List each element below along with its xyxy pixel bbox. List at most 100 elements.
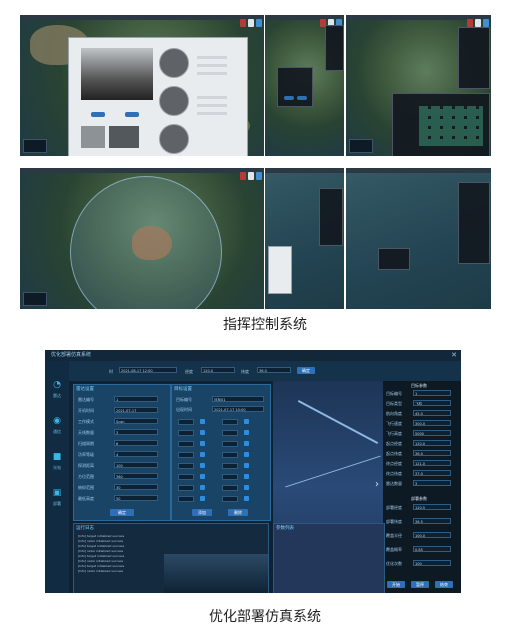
target-time-input[interactable]: 2021-07-17 10:00 (212, 406, 264, 412)
setting-input[interactable]: 3 (114, 429, 158, 435)
toggle-button[interactable] (200, 485, 205, 490)
target-id-input[interactable]: 目标01 (212, 396, 264, 402)
nav-item-radar[interactable]: ◔ 雷达 (45, 377, 69, 407)
setting-input[interactable]: 100 (114, 462, 158, 468)
nav-item-deploy[interactable]: ▣ 部署 (45, 485, 69, 515)
setting-input[interactable]: 360 (114, 473, 158, 479)
param-list[interactable]: 参数列表 (273, 523, 385, 593)
grid-input[interactable] (178, 496, 194, 502)
setting-input[interactable]: 4 (114, 451, 158, 457)
grid-input[interactable] (178, 441, 194, 447)
setting-input[interactable]: Scan (114, 418, 158, 424)
nav-item-comm[interactable]: ◉ 通信 (45, 413, 69, 443)
grid-input[interactable] (222, 430, 238, 436)
toggle-button[interactable] (244, 441, 249, 446)
video-feed-thumb[interactable] (81, 126, 105, 148)
toggle-button[interactable] (200, 496, 205, 501)
param-input[interactable]: 36.0 (413, 450, 451, 456)
confirm-button[interactable] (91, 112, 105, 117)
setting-input[interactable]: 1 (114, 396, 158, 402)
confirm-button[interactable] (284, 96, 294, 100)
toggle-button[interactable] (244, 485, 249, 490)
toggle-button[interactable] (244, 496, 249, 501)
param-input[interactable]: 121.0 (413, 460, 451, 466)
target-list-popup[interactable] (268, 246, 292, 294)
radar-confirm-button[interactable]: 确定 (110, 509, 134, 516)
toolbar-icons[interactable] (240, 19, 262, 27)
param-input[interactable]: 0.85 (413, 546, 451, 552)
toolbar-confirm-button[interactable]: 确定 (297, 367, 315, 374)
toggle-button[interactable] (244, 419, 249, 424)
tilt-dial[interactable] (159, 86, 189, 116)
setting-input[interactable]: 30 (114, 484, 158, 490)
grid-input[interactable] (222, 474, 238, 480)
control-grid-dialog[interactable] (392, 93, 490, 156)
toggle-button[interactable] (200, 419, 205, 424)
grid-input[interactable] (222, 496, 238, 502)
toggle-button[interactable] (244, 452, 249, 457)
param-input[interactable]: 45.0 (413, 410, 451, 416)
grid-input[interactable] (178, 485, 194, 491)
toggle-button[interactable] (244, 463, 249, 468)
grid-input[interactable] (178, 452, 194, 458)
toolbar-icons[interactable] (240, 172, 262, 180)
grid-input[interactable] (222, 452, 238, 458)
param-input[interactable]: 1 (413, 390, 451, 396)
pause-button[interactable]: 暂停 (411, 581, 429, 588)
grid-input[interactable] (222, 485, 238, 491)
toggle-button[interactable] (200, 452, 205, 457)
device-dialog[interactable] (277, 67, 313, 107)
cancel-button[interactable] (297, 96, 307, 100)
param-input[interactable]: 5000 (413, 430, 451, 436)
param-input[interactable]: 37.0 (413, 470, 451, 476)
nav-item-optical[interactable]: ■ 光电 (45, 449, 69, 479)
grid-input[interactable] (222, 441, 238, 447)
param-input[interactable]: 120.5 (413, 504, 451, 510)
control-grid[interactable] (419, 106, 483, 146)
camera-control-dialog[interactable] (68, 37, 248, 156)
video-feed-thumb[interactable] (109, 126, 139, 148)
param-input[interactable]: 飞机 (413, 400, 451, 406)
setting-row[interactable] (197, 104, 227, 107)
latitude-input[interactable]: 36.0 (257, 367, 291, 373)
grid-input[interactable] (178, 474, 194, 480)
param-input[interactable]: 100 (413, 560, 451, 566)
param-input[interactable]: 100.0 (413, 532, 451, 538)
setting-row[interactable] (197, 112, 227, 115)
toggle-button[interactable] (200, 474, 205, 479)
toggle-button[interactable] (200, 463, 205, 468)
toggle-button[interactable] (244, 474, 249, 479)
cancel-button[interactable] (125, 112, 139, 117)
stop-button[interactable]: 结束 (435, 581, 453, 588)
toolbar-icons[interactable] (467, 19, 489, 27)
toggle-button[interactable] (244, 430, 249, 435)
setting-row[interactable] (197, 72, 227, 75)
grid-input[interactable] (222, 419, 238, 425)
pan-dial[interactable] (159, 48, 189, 78)
add-button[interactable]: 添加 (192, 509, 212, 516)
setting-input[interactable]: 6 (114, 440, 158, 446)
time-input[interactable]: 2021-08-17 12:00 (119, 367, 177, 373)
toggle-button[interactable] (200, 430, 205, 435)
start-button[interactable]: 开始 (387, 581, 405, 588)
delete-button[interactable]: 删除 (228, 509, 248, 516)
longitude-input[interactable]: 120.0 (201, 367, 235, 373)
param-input[interactable]: 120.0 (413, 440, 451, 446)
setting-row[interactable] (197, 96, 227, 99)
grid-input[interactable] (178, 430, 194, 436)
setting-row[interactable] (197, 64, 227, 67)
param-input[interactable]: 300.0 (413, 420, 451, 426)
setting-input[interactable]: 50 (114, 495, 158, 501)
close-icon[interactable]: ✕ (451, 351, 457, 359)
setting-input[interactable]: 2021-07-17 (114, 407, 158, 413)
chevron-right-icon[interactable]: › (375, 479, 379, 490)
grid-input[interactable] (178, 463, 194, 469)
param-input[interactable]: 36.5 (413, 518, 451, 524)
toggle-button[interactable] (200, 441, 205, 446)
setting-row[interactable] (197, 56, 227, 59)
param-input[interactable]: 3 (413, 480, 451, 486)
grid-input[interactable] (178, 419, 194, 425)
run-log[interactable]: 运行日志 [Info] target initialized success [I… (73, 523, 269, 593)
grid-input[interactable] (222, 463, 238, 469)
zoom-dial[interactable] (159, 124, 189, 154)
